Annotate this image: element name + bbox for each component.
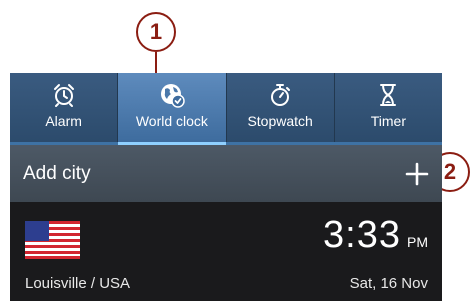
add-city-label: Add city bbox=[23, 162, 91, 184]
alarm-clock-icon bbox=[53, 84, 74, 107]
usa-flag-icon bbox=[25, 221, 80, 259]
tab-stopwatch[interactable]: Stopwatch bbox=[225, 73, 334, 142]
tab-stopwatch-label: Stopwatch bbox=[247, 113, 313, 129]
callout-1-label: 1 bbox=[149, 19, 163, 44]
city-list-item[interactable]: Louisville / USA 3:33 PM Sat, 16 Nov bbox=[10, 202, 442, 301]
tab-world-clock[interactable]: World clock bbox=[117, 73, 226, 145]
time-value: 3:33 bbox=[323, 214, 401, 256]
add-city-bar[interactable]: Add city bbox=[10, 145, 442, 202]
tab-timer[interactable]: Timer bbox=[333, 73, 442, 142]
hourglass-icon bbox=[380, 84, 397, 106]
callout-1: 1 bbox=[136, 12, 176, 52]
tab-world-clock-label: World clock bbox=[135, 113, 208, 129]
city-name: Louisville / USA bbox=[25, 275, 131, 292]
stopwatch-icon bbox=[271, 84, 291, 106]
tab-alarm-label: Alarm bbox=[45, 113, 82, 129]
tab-alarm[interactable]: Alarm bbox=[10, 73, 118, 142]
plus-icon[interactable] bbox=[405, 162, 429, 186]
clock-tab-bar: Alarm World clock Stopwatch Timer bbox=[10, 73, 442, 145]
time-ampm: PM bbox=[407, 234, 428, 250]
city-date: Sat, 16 Nov bbox=[349, 275, 428, 292]
city-time: 3:33 PM bbox=[323, 214, 428, 257]
tab-timer-label: Timer bbox=[370, 113, 406, 129]
callout-2-label: 2 bbox=[443, 159, 457, 184]
phone-screen: Alarm World clock Stopwatch Timer Add ci… bbox=[10, 73, 442, 301]
world-clock-icon bbox=[160, 84, 185, 108]
